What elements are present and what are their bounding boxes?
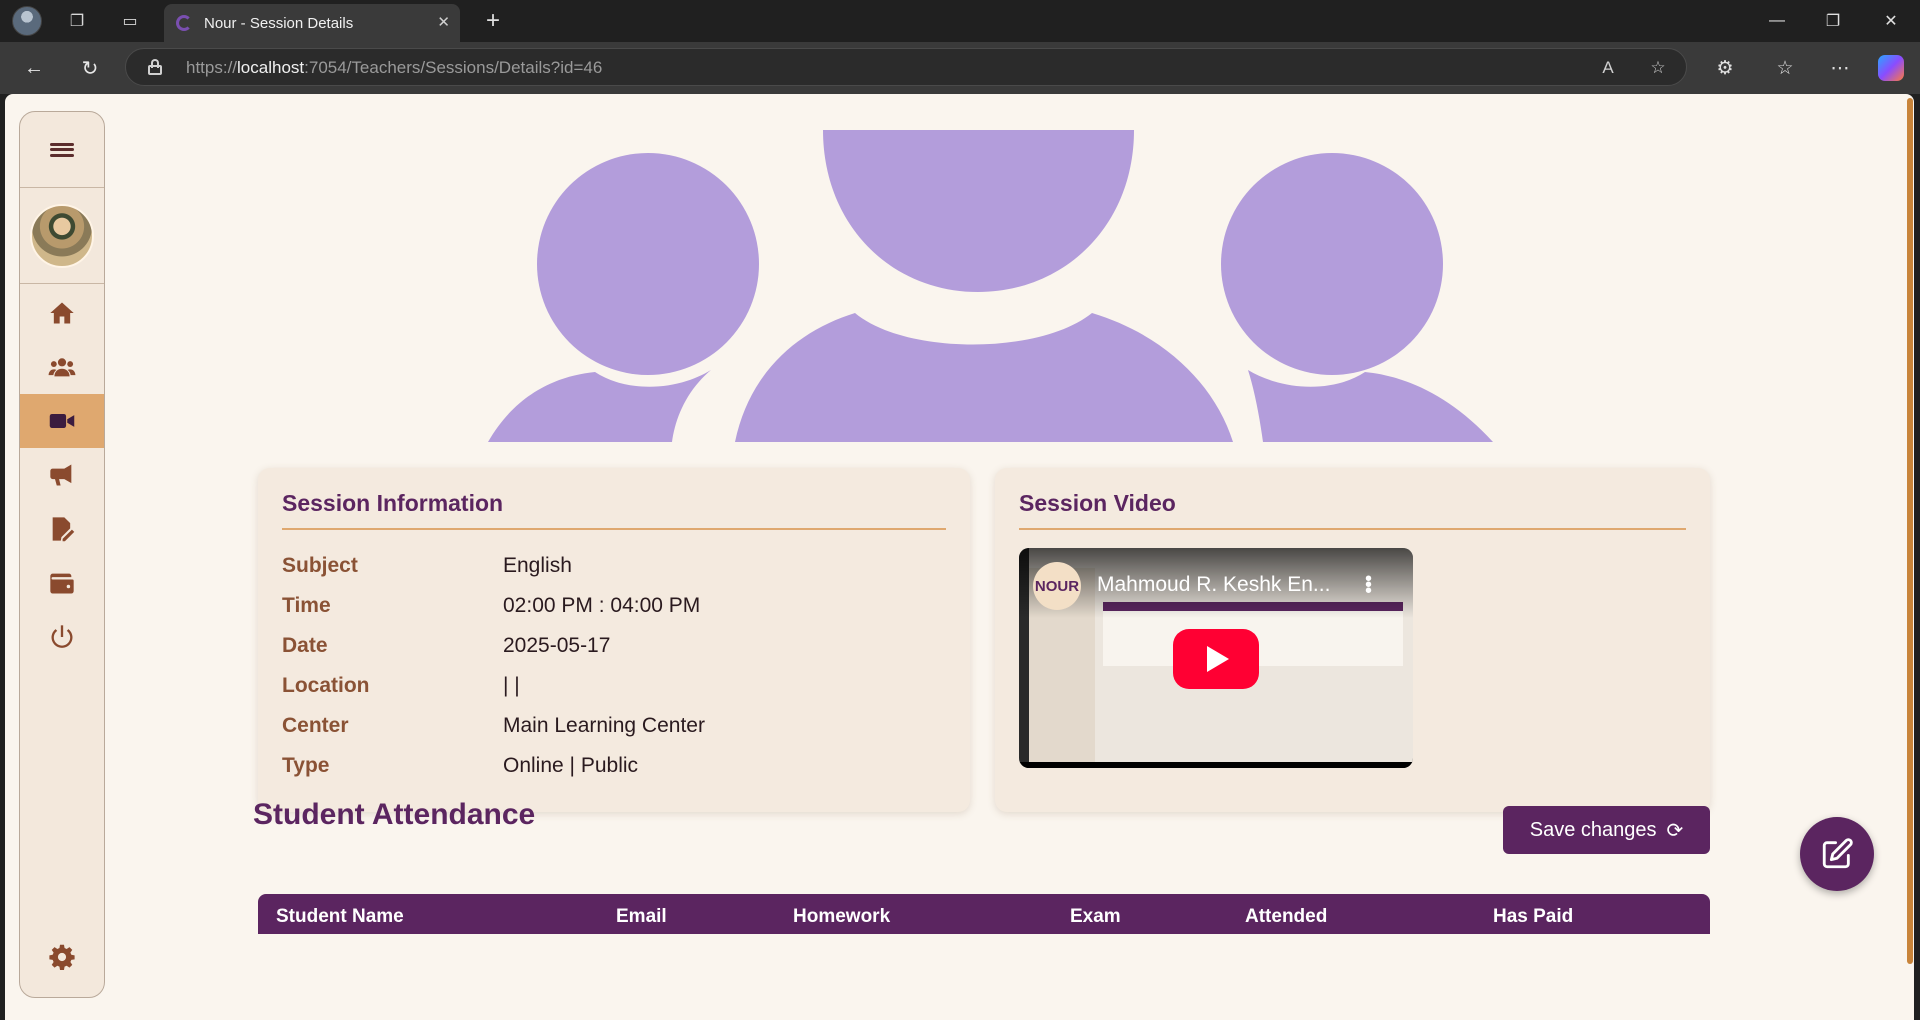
info-label: Location xyxy=(282,674,370,697)
info-label: Subject xyxy=(282,554,358,577)
info-value: English xyxy=(503,554,572,577)
sidebar-item-wallet[interactable] xyxy=(20,556,104,610)
channel-logo[interactable]: NOUR xyxy=(1033,562,1081,610)
info-row-location: Location | | xyxy=(282,674,962,714)
column-header-homework[interactable]: Homework xyxy=(793,906,890,928)
address-bar[interactable]: https://localhost:7054/Teachers/Sessions… xyxy=(125,48,1687,86)
page-scrollbar[interactable] xyxy=(1906,94,1914,1020)
megaphone-icon xyxy=(50,464,72,486)
column-header-exam[interactable]: Exam xyxy=(1070,906,1121,928)
attendance-table-header: Student Name Email Homework Exam Attende… xyxy=(258,894,1710,934)
column-header-student-name[interactable]: Student Name xyxy=(276,906,404,928)
close-window-icon[interactable]: ✕ xyxy=(1876,6,1906,36)
info-value: 02:00 PM : 04:00 PM xyxy=(503,594,701,617)
session-video-title: Session Video xyxy=(1019,490,1176,516)
info-row-date: Date 2025-05-17 xyxy=(282,634,962,674)
read-aloud-icon[interactable]: A xyxy=(1596,56,1620,80)
home-icon xyxy=(50,302,74,324)
reload-icon[interactable]: ↻ xyxy=(74,52,106,84)
info-row-time: Time 02:00 PM : 04:00 PM xyxy=(282,594,962,634)
workspaces-icon[interactable]: ❐ xyxy=(62,6,92,36)
users-icon xyxy=(48,358,76,377)
browser-toolbar: ← ↻ https://localhost:7054/Teachers/Sess… xyxy=(0,42,1920,94)
column-header-attended[interactable]: Attended xyxy=(1245,906,1327,928)
info-label: Type xyxy=(282,754,330,777)
person-left-body xyxy=(488,370,711,442)
restore-icon[interactable]: ❐ xyxy=(1818,6,1848,36)
lock-icon[interactable] xyxy=(148,59,162,75)
info-row-center: Center Main Learning Center xyxy=(282,714,962,754)
scrollbar-thumb[interactable] xyxy=(1907,98,1913,964)
info-row-type: Type Online | Public xyxy=(282,754,962,794)
info-label: Time xyxy=(282,594,331,617)
person-center-head xyxy=(823,130,1134,292)
favorites-icon[interactable]: ☆ xyxy=(1770,53,1800,83)
sidebar-item-sessions[interactable] xyxy=(20,394,104,448)
person-right-body xyxy=(1248,370,1493,442)
title-divider xyxy=(1019,528,1686,530)
video-title[interactable]: Mahmoud R. Keshk En... xyxy=(1097,573,1337,597)
minimize-icon[interactable]: — xyxy=(1762,6,1792,36)
browser-titlebar: ❐ ▭ Nour - Session Details ✕ + — ❐ ✕ xyxy=(0,0,1920,42)
video-more-icon[interactable]: • • • xyxy=(1365,569,1375,601)
tab-actions-icon[interactable]: ▭ xyxy=(115,6,145,36)
column-header-has-paid[interactable]: Has Paid xyxy=(1493,906,1573,928)
save-changes-label: Save changes xyxy=(1529,818,1657,841)
menu-toggle-button[interactable] xyxy=(20,112,104,188)
person-left-head xyxy=(537,153,759,375)
gear-icon xyxy=(49,944,75,970)
sidebar-item-announcements[interactable] xyxy=(20,448,104,502)
session-banner-illustration xyxy=(488,130,1493,442)
info-label: Center xyxy=(282,714,349,737)
info-value: | | xyxy=(503,674,520,697)
session-video-card: Session Video NOUR Mahmoud R. Keshk En..… xyxy=(995,468,1710,812)
new-tab-button[interactable]: + xyxy=(478,6,508,36)
sidebar-item-home[interactable] xyxy=(20,286,104,340)
info-row-subject: Subject English xyxy=(282,554,962,594)
back-icon[interactable]: ← xyxy=(18,52,50,84)
session-information-title: Session Information xyxy=(282,490,504,516)
info-value: Main Learning Center xyxy=(503,714,705,737)
more-menu-icon[interactable]: ⋯ xyxy=(1825,53,1855,83)
sidebar-item-logout[interactable] xyxy=(20,610,104,664)
user-avatar-container xyxy=(20,188,104,284)
student-attendance-title: Student Attendance xyxy=(253,798,536,831)
save-changes-button[interactable]: Save changes ⟳ xyxy=(1503,806,1710,854)
info-value: 2025-05-17 xyxy=(503,634,611,657)
video-icon xyxy=(49,414,75,428)
user-avatar[interactable] xyxy=(30,203,94,268)
page-viewport: Session Information Subject English Time… xyxy=(5,94,1914,1020)
column-header-email[interactable]: Email xyxy=(616,906,667,928)
sidebar xyxy=(19,111,105,998)
info-value: Online | Public xyxy=(503,754,639,777)
person-center-body xyxy=(735,313,1233,442)
youtube-video-player[interactable]: NOUR Mahmoud R. Keshk En... • • • xyxy=(1019,548,1413,768)
edit-icon xyxy=(1822,838,1853,869)
person-right-head xyxy=(1221,153,1443,375)
file-edit-icon xyxy=(52,517,75,542)
copilot-icon[interactable] xyxy=(1878,55,1904,81)
title-divider xyxy=(282,528,946,530)
tab-favicon-icon xyxy=(176,15,192,31)
sidebar-item-assignments[interactable] xyxy=(20,502,104,556)
info-label: Date xyxy=(282,634,328,657)
power-icon xyxy=(51,625,73,648)
wallet-icon xyxy=(50,573,74,594)
url-text[interactable]: https://localhost:7054/Teachers/Sessions… xyxy=(186,58,602,78)
session-information-card: Session Information Subject English Time… xyxy=(258,468,970,812)
tab-close-icon[interactable]: ✕ xyxy=(437,13,450,31)
extensions-icon[interactable]: ⚙ xyxy=(1710,53,1740,83)
profile-avatar[interactable] xyxy=(12,6,42,36)
hamburger-icon xyxy=(50,140,74,159)
refresh-icon: ⟳ xyxy=(1666,819,1684,842)
tab-title: Nour - Session Details xyxy=(204,14,354,32)
play-button-icon[interactable] xyxy=(1173,629,1259,689)
sidebar-item-settings[interactable] xyxy=(20,930,104,984)
favorite-star-icon[interactable]: ☆ xyxy=(1646,56,1670,80)
sidebar-item-students[interactable] xyxy=(20,340,104,394)
browser-tab[interactable]: Nour - Session Details ✕ xyxy=(164,4,460,42)
floating-edit-button[interactable] xyxy=(1800,817,1874,891)
